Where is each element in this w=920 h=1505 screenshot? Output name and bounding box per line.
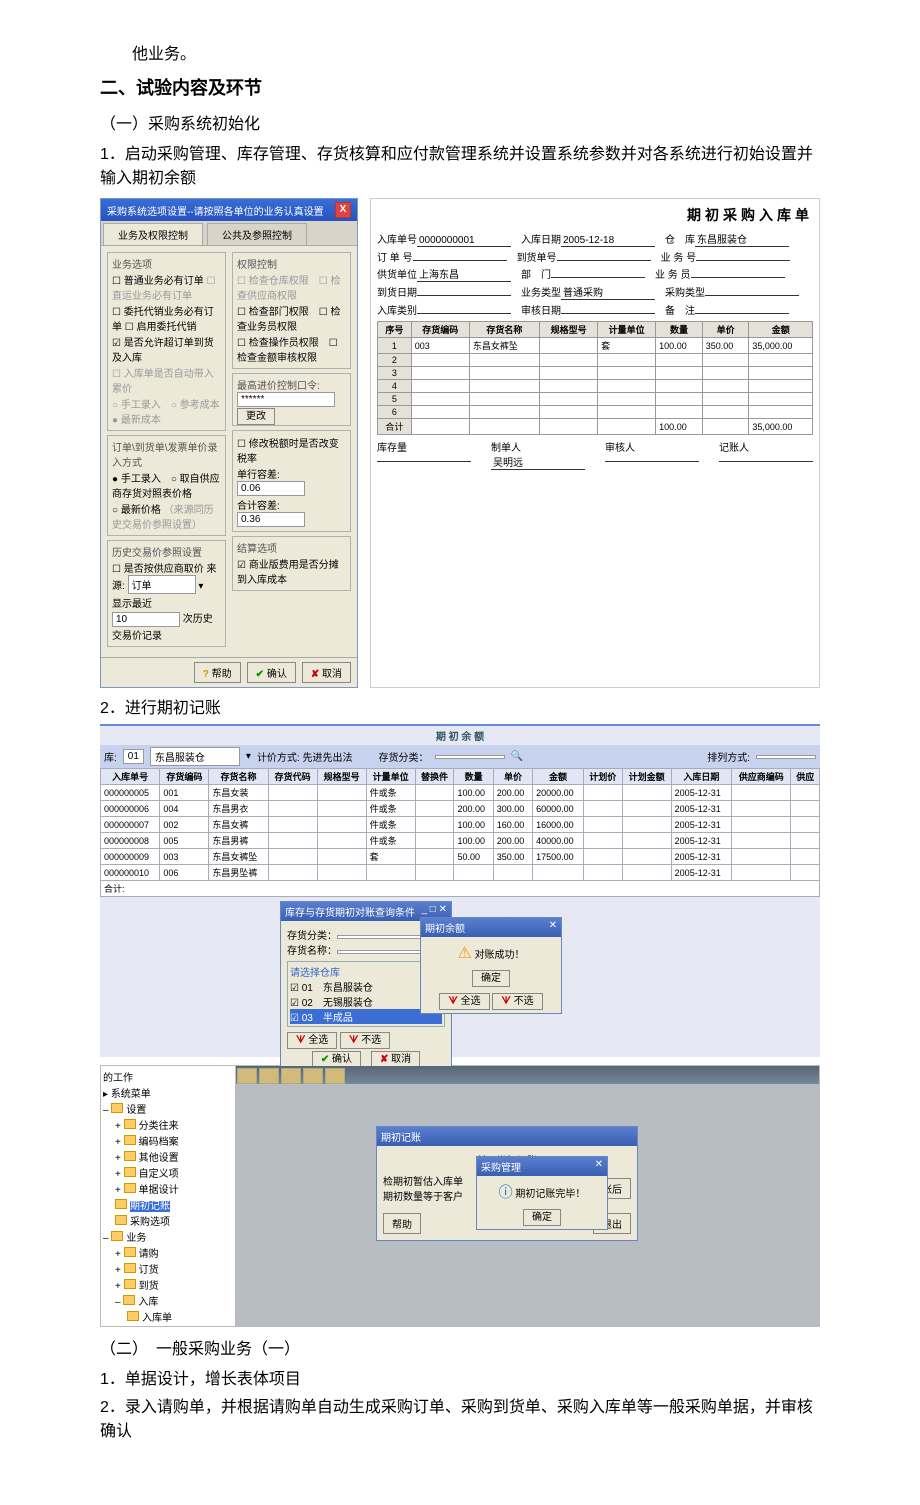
voucher-form: 期初采购入库单 入库单号0000000001 入库日期2005-12-18 仓 库东…: [370, 198, 820, 688]
wh-code[interactable]: 01: [123, 749, 144, 764]
group-perm: 权限控制: [237, 256, 346, 271]
chk-consign[interactable]: ☐ 委托代销业务必有订单 ☐ 启用委托代销: [112, 303, 221, 333]
balance-title: 期 初 余 额: [100, 726, 820, 745]
nav-tree[interactable]: 的工作 ▸ 系统菜单 – 设置 + 分类往来+ 编码档案+ 其他设置+ 自定义项…: [101, 1066, 236, 1326]
voucher-field[interactable]: 订 单 号: [377, 249, 507, 264]
chk-p1[interactable]: ☐ 检查仓库权限 ☐ 检查供应商权限: [237, 272, 346, 302]
toolbar: [236, 1066, 819, 1084]
radio-manual[interactable]: ● 手工录入 ○ 取自供应商存货对照表价格: [112, 470, 221, 500]
chk-p5[interactable]: ☐ 检查操作员权限 ☐ 检查金额审核权限: [237, 334, 346, 364]
chk-tax[interactable]: ☐ 修改税额时是否改变税率: [237, 435, 346, 465]
done-ok[interactable]: 确定: [523, 1209, 561, 1226]
voucher-field[interactable]: 审核日期: [521, 302, 655, 317]
voucher-field[interactable]: 部 门: [521, 266, 645, 282]
success-ok[interactable]: 确定: [472, 970, 510, 987]
voucher-field[interactable]: 仓 库东昌服装仓: [665, 231, 789, 247]
voucher-field[interactable]: 入库类别: [377, 302, 511, 317]
info-icon: ⓘ: [499, 1184, 513, 1200]
posting-figure: 的工作 ▸ 系统菜单 – 设置 + 分类往来+ 编码档案+ 其他设置+ 自定义项…: [100, 1065, 820, 1327]
none-button[interactable]: ᗐ 不选: [340, 1032, 390, 1049]
all2-button[interactable]: ᗐ 全选: [439, 993, 489, 1010]
chk-fee[interactable]: ☑ 商业版费用是否分摊到入库成本: [237, 556, 346, 586]
tree-node[interactable]: + 分类往来: [115, 1117, 233, 1132]
voucher-field[interactable]: 业务类型普通采购: [521, 284, 655, 300]
voucher-field[interactable]: 入库日期2005-12-18: [521, 231, 655, 247]
cancel-button[interactable]: ✘ 取消: [302, 662, 351, 683]
ok-button[interactable]: ✔ 确认: [247, 662, 296, 683]
voucher-title: 期初采购入库单: [377, 205, 813, 225]
help-button[interactable]: ? 帮助: [194, 662, 241, 683]
chk-over[interactable]: ☑ 是否允许超订单到货及入库: [112, 334, 221, 364]
balance-figure: 期 初 余 额 库:01 东昌服装仓 ▾计价方式: 先进先出法 存货分类： 🔍 …: [100, 724, 820, 1057]
settings-dialog: 采购系统选项设置--请按照各单位的业务认真设置 X 业务及权限控制 公共及参照控制…: [100, 198, 358, 688]
tree-node[interactable]: 红字入库单: [127, 1325, 233, 1326]
cat-input[interactable]: [435, 755, 505, 759]
voucher-field[interactable]: 采购类型: [665, 284, 799, 300]
group-price: 订单\到货单\发票单价录入方式: [112, 439, 221, 469]
section-2-title: （二） 一般采购业务（一）: [100, 1335, 820, 1359]
chk-p3[interactable]: ☐ 检查部门权限 ☐ 检查业务员权限: [237, 303, 346, 333]
s2-item-2: 2．录入请购单，并根据请购单自动生成采购订单、采购到货单、采购入库单等一般采购单…: [100, 1393, 820, 1441]
voucher-field[interactable]: 到货日期: [377, 284, 511, 300]
voucher-field[interactable]: 入库单号0000000001: [377, 231, 511, 247]
wh-name: 东昌服装仓: [150, 747, 240, 766]
total-diff[interactable]: 0.36: [237, 512, 305, 527]
pop-cat[interactable]: [337, 935, 425, 939]
voucher-table: 序号存货编码存货名称规格型号计量单位数量单价金额1003东昌女裤坠套100.00…: [377, 321, 813, 435]
success-popup: 期初余额✕ ⚠ 对账成功！ 确定 ᗐ 全选 ᗐ 不选: [420, 917, 562, 1014]
tree-node[interactable]: + 订货: [115, 1261, 233, 1276]
tree-node[interactable]: + 其他设置: [115, 1149, 233, 1164]
tree-node[interactable]: + 编码档案: [115, 1133, 233, 1148]
chk-vendor-price[interactable]: ☐ 是否按供应商取价 来源: 订单 ▾: [112, 560, 221, 594]
warning-icon: ⚠: [457, 945, 471, 962]
done-popup: 采购管理✕ ⓘ 期初记账完毕！ 确定: [476, 1156, 608, 1230]
tree-node[interactable]: + 自定义项: [115, 1165, 233, 1180]
group-settle: 结算选项: [237, 540, 346, 555]
all-button[interactable]: ᗐ 全选: [287, 1032, 337, 1049]
pw-input[interactable]: ******: [237, 392, 335, 407]
voucher-field[interactable]: 业 务 员: [655, 266, 785, 282]
heading-2: 二、试验内容及环节: [100, 74, 820, 100]
pop-name[interactable]: [337, 950, 425, 954]
voucher-field[interactable]: 业 务 号: [661, 249, 791, 264]
voucher-field[interactable]: 供货单位上海东昌: [377, 266, 511, 282]
search-icon[interactable]: 🔍: [511, 751, 523, 762]
close-icon[interactable]: ✕: [595, 1159, 603, 1174]
tree-node[interactable]: + 请购: [115, 1245, 233, 1260]
close-icon[interactable]: X: [335, 202, 351, 218]
group-history: 历史交易价参照设置: [112, 544, 221, 559]
none2-button[interactable]: ᗐ 不选: [492, 993, 542, 1010]
s2-item-1: 1．单据设计，增长表体项目: [100, 1365, 820, 1389]
voucher-field[interactable]: 到货单号: [517, 249, 651, 264]
tree-node[interactable]: 入库单: [127, 1309, 233, 1324]
item-1: 1．启动采购管理、库存管理、存货核算和应付款管理系统并设置系统参数并对各系统进行…: [100, 140, 820, 188]
radio-newest[interactable]: ○ 最新价格 （来源同历史交易价参照设置）: [112, 501, 221, 531]
voucher-field[interactable]: 备 注: [665, 302, 789, 317]
group-pw: 最高进价控制口令:: [237, 377, 346, 392]
tree-node[interactable]: + 单据设计: [115, 1181, 233, 1196]
group-biz: 业务选项: [112, 256, 221, 271]
count-input[interactable]: 10: [112, 612, 180, 627]
section-1-title: （一）采购系统初始化: [100, 110, 820, 134]
sort-input[interactable]: [756, 755, 816, 759]
chk-auto: ☐ 入库单是否自动带入累价: [112, 365, 221, 395]
tree-node[interactable]: + 到货: [115, 1277, 233, 1292]
balance-table: 入库单号存货编码存货名称存货代码规格型号计量单位替换件数量单价金额计划价计划金额…: [100, 768, 820, 897]
dialog-title: 采购系统选项设置--请按照各单位的业务认真设置: [107, 203, 324, 218]
chk-order[interactable]: ☐ 普通业务必有订单 ☐ 直运业务必有订单: [112, 272, 221, 302]
close-icon[interactable]: ✕: [549, 920, 557, 935]
toolbar-button[interactable]: [237, 1068, 257, 1084]
tree-highlight[interactable]: 期初记账: [130, 1201, 170, 1212]
tab-public[interactable]: 公共及参照控制: [207, 223, 307, 245]
change-button[interactable]: 更改: [237, 408, 275, 425]
line-diff[interactable]: 0.06: [237, 481, 305, 496]
src-select[interactable]: 订单: [128, 575, 196, 594]
tab-business[interactable]: 业务及权限控制: [103, 223, 203, 245]
item-2: 2．进行期初记账: [100, 694, 820, 718]
help2-button[interactable]: 帮助: [383, 1213, 421, 1234]
intro-text: 他业务。: [100, 40, 820, 64]
